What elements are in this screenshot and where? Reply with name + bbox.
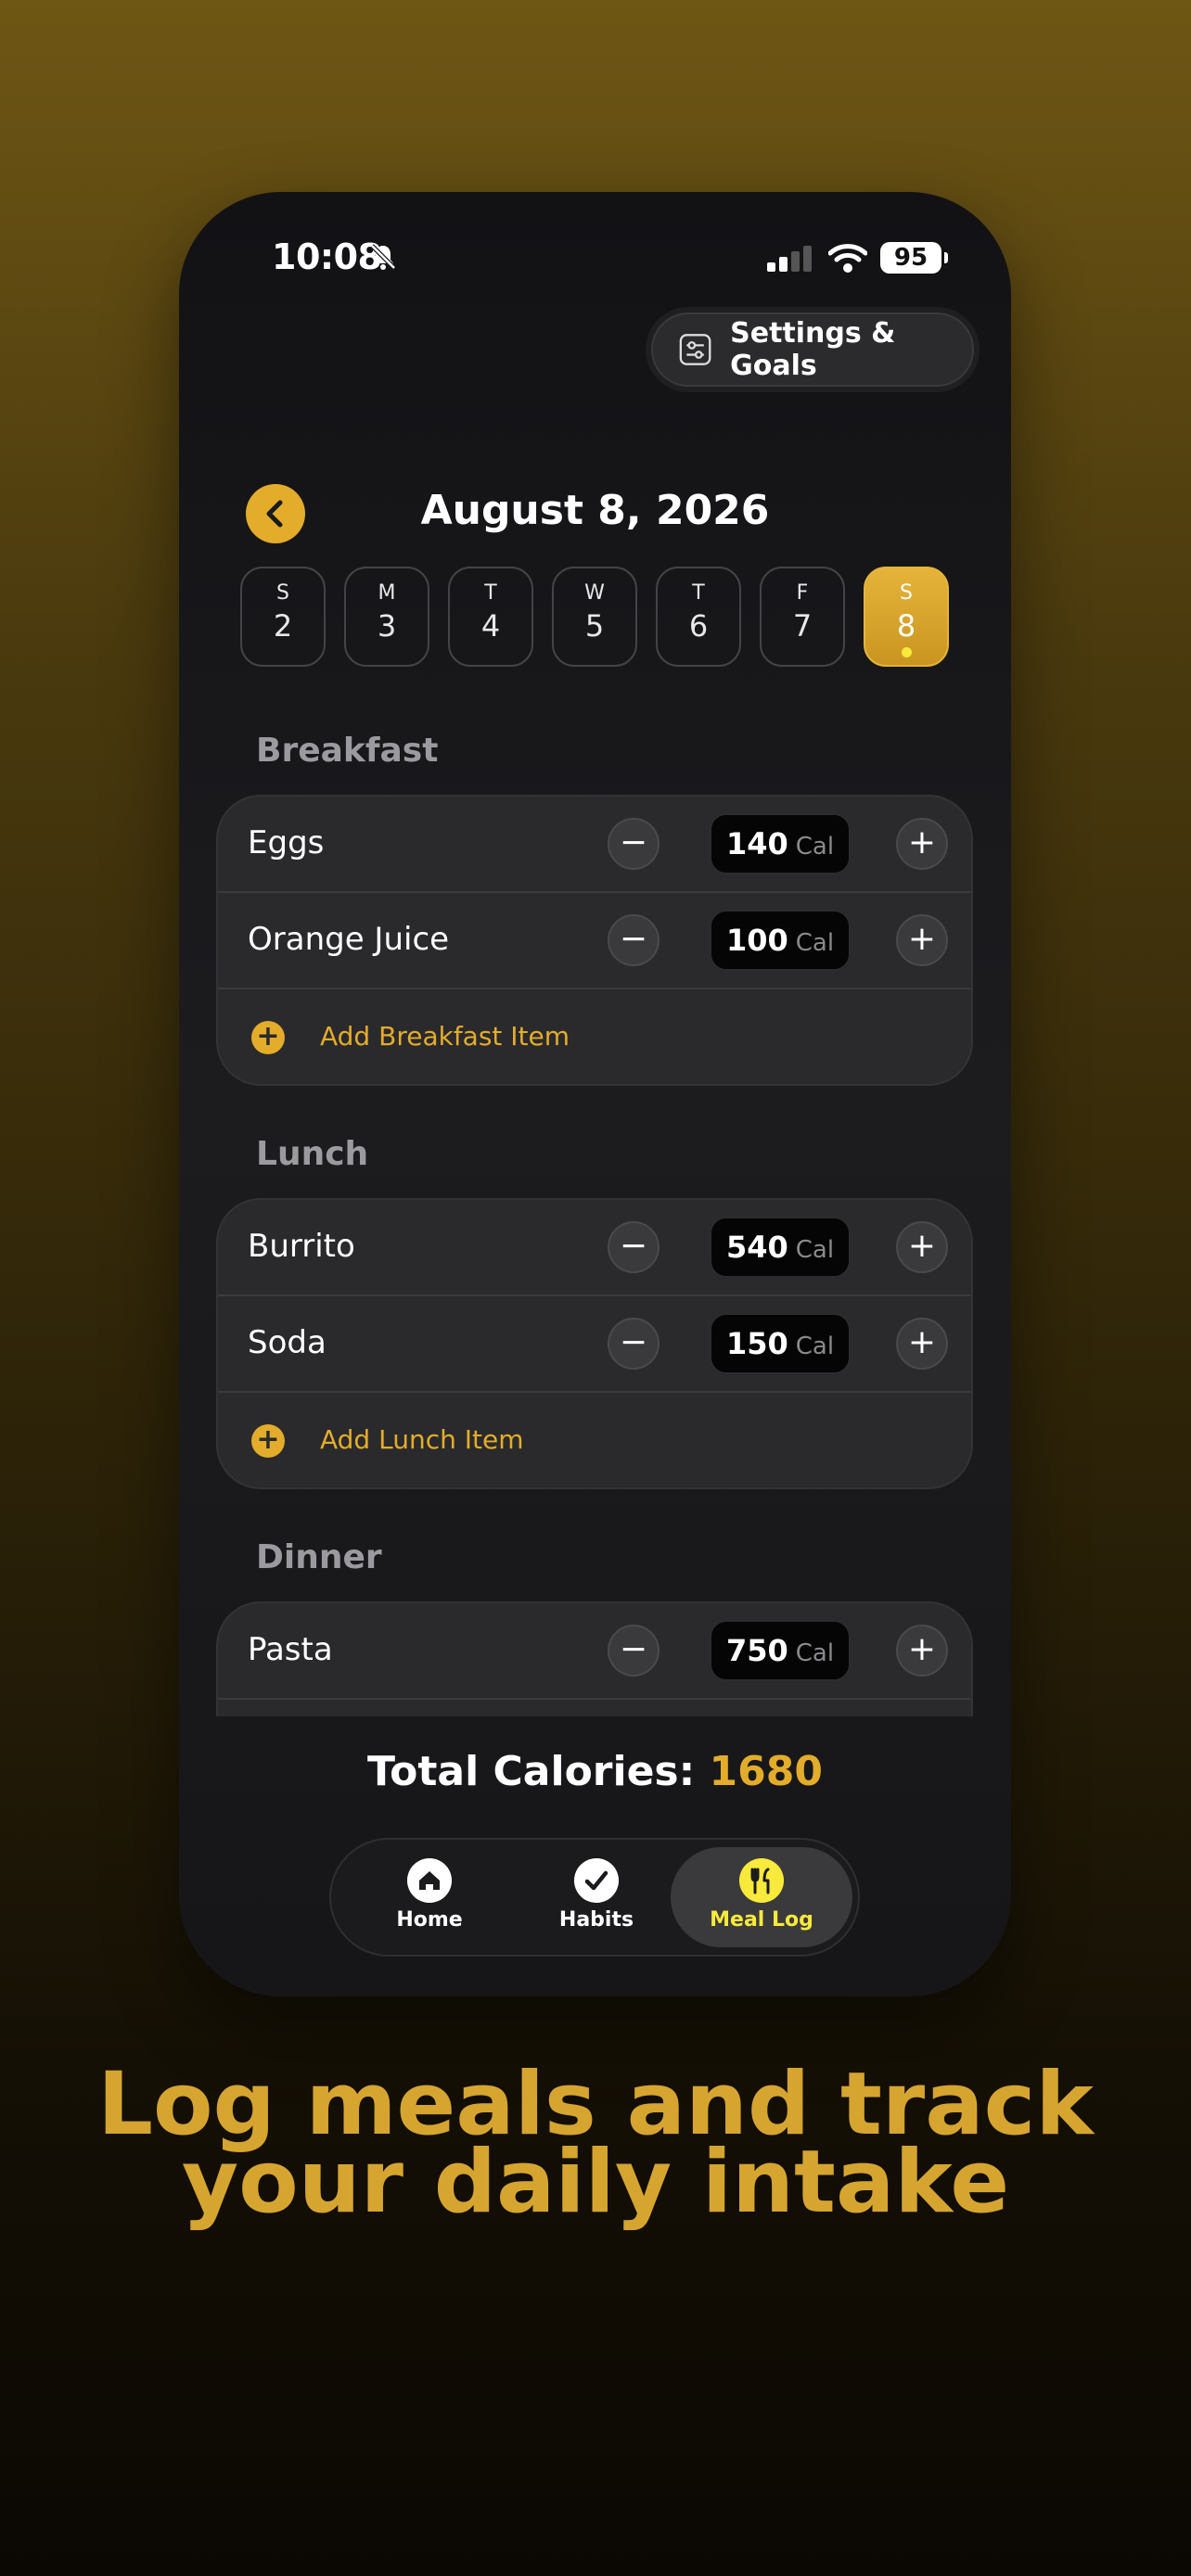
signal-icon xyxy=(767,246,812,272)
status-bar: 10:08 95 xyxy=(179,229,1011,285)
increase-button[interactable]: + xyxy=(896,914,948,966)
decrease-button[interactable]: − xyxy=(608,914,660,966)
total-calories-value: 1680 xyxy=(709,1748,824,1795)
settings-goals-button[interactable]: Settings & Goals xyxy=(651,312,974,387)
meal-item-row: Eggs − 140 Cal + xyxy=(218,797,971,893)
tab-label: Meal Log xyxy=(710,1908,813,1932)
day-number: 4 xyxy=(480,608,501,644)
day-number: 3 xyxy=(377,608,397,644)
day-letter: M xyxy=(378,581,396,605)
day-number: 6 xyxy=(688,608,709,644)
phone-screen: 10:08 95 Settings & Goals August 8, 2026… xyxy=(179,192,1011,1996)
day-button-sun-2[interactable]: S 2 xyxy=(240,567,326,667)
caption-line-2: your daily intake xyxy=(181,2132,1010,2233)
day-letter: S xyxy=(900,581,913,605)
tab-habits[interactable]: Habits xyxy=(506,1847,687,1947)
breakfast-card: Eggs − 140 Cal + Orange Juice − 100 Cal + … xyxy=(216,795,973,1086)
meal-item-name: Orange Juice xyxy=(248,921,450,958)
utensils-icon xyxy=(739,1858,784,1903)
decrease-button[interactable]: − xyxy=(608,1625,660,1677)
calorie-unit: Cal xyxy=(795,1333,835,1360)
total-calories-label: Total Calories: xyxy=(366,1748,696,1795)
section-title-lunch: Lunch xyxy=(256,1135,369,1173)
calorie-value: 750 xyxy=(725,1633,788,1668)
week-day-selector: S 2 M 3 T 4 W 5 T 6 F 7 S 8 xyxy=(240,567,950,667)
calorie-unit: Cal xyxy=(795,1639,835,1667)
day-button-wed-5[interactable]: W 5 xyxy=(552,567,637,667)
calorie-input[interactable]: 540 Cal xyxy=(710,1217,851,1278)
increase-button[interactable]: + xyxy=(896,1221,948,1273)
decrease-button[interactable]: − xyxy=(608,1318,660,1370)
status-time: 10:08 xyxy=(272,236,382,277)
bottom-tab-bar: Home Habits Meal Log xyxy=(329,1838,860,1957)
decrease-button[interactable]: − xyxy=(608,818,660,870)
day-letter: T xyxy=(692,581,705,605)
calorie-value: 540 xyxy=(725,1230,788,1265)
calorie-input[interactable]: 140 Cal xyxy=(710,813,851,874)
calorie-input[interactable]: 100 Cal xyxy=(710,910,851,971)
day-button-sat-8-selected[interactable]: S 8 xyxy=(864,567,949,667)
calorie-unit: Cal xyxy=(795,833,835,861)
meal-item-name: Soda xyxy=(248,1324,327,1361)
meal-item-name: Burrito xyxy=(248,1228,355,1265)
date-title: August 8, 2026 xyxy=(420,487,770,534)
calorie-unit: Cal xyxy=(795,1236,835,1264)
meal-item-row: Pasta − 750 Cal + xyxy=(218,1603,971,1700)
add-item-label: Add Breakfast Item xyxy=(320,1021,570,1052)
day-button-thu-6[interactable]: T 6 xyxy=(656,567,741,667)
total-calories: Total Calories: 1680 xyxy=(179,1748,1011,1795)
dinner-card: Pasta − 750 Cal + xyxy=(216,1601,973,1716)
day-number: 7 xyxy=(792,608,813,644)
sliders-icon xyxy=(679,334,711,365)
check-icon xyxy=(574,1858,619,1903)
tab-home[interactable]: Home xyxy=(339,1847,520,1947)
plus-circle-icon: + xyxy=(251,1021,285,1054)
tab-label: Habits xyxy=(558,1908,634,1932)
add-item-label: Add Lunch Item xyxy=(320,1424,524,1455)
calorie-input[interactable]: 150 Cal xyxy=(710,1313,851,1374)
settings-goals-label: Settings & Goals xyxy=(730,317,896,382)
plus-circle-icon: + xyxy=(251,1424,285,1458)
bell-muted-icon xyxy=(370,244,396,270)
section-title-breakfast: Breakfast xyxy=(256,732,439,770)
day-button-mon-3[interactable]: M 3 xyxy=(344,567,429,667)
day-number: 8 xyxy=(896,608,916,644)
day-number: 5 xyxy=(584,608,605,644)
increase-button[interactable]: + xyxy=(896,1318,948,1370)
meal-item-name: Eggs xyxy=(248,824,325,861)
meal-item-row: Orange Juice − 100 Cal + xyxy=(218,893,971,989)
tab-label: Home xyxy=(396,1908,463,1932)
day-button-tue-4[interactable]: T 4 xyxy=(448,567,533,667)
meal-item-row: Soda − 150 Cal + xyxy=(218,1296,971,1393)
wifi-icon xyxy=(828,244,867,273)
calorie-value: 100 xyxy=(725,923,788,958)
add-lunch-item-button[interactable]: + Add Lunch Item xyxy=(218,1393,971,1487)
add-breakfast-item-button[interactable]: + Add Breakfast Item xyxy=(218,989,971,1084)
meal-item-row: Burrito − 540 Cal + xyxy=(218,1200,971,1296)
increase-button[interactable]: + xyxy=(896,1625,948,1677)
calorie-value: 150 xyxy=(725,1326,788,1361)
calorie-input[interactable]: 750 Cal xyxy=(710,1620,851,1681)
day-letter: T xyxy=(484,581,497,605)
tab-meal-log[interactable]: Meal Log xyxy=(671,1847,852,1947)
meal-item-name: Pasta xyxy=(248,1631,333,1668)
day-letter: W xyxy=(584,581,605,605)
day-button-fri-7[interactable]: F 7 xyxy=(760,567,845,667)
home-icon xyxy=(407,1858,452,1903)
calorie-unit: Cal xyxy=(795,929,835,957)
section-title-dinner: Dinner xyxy=(256,1538,382,1576)
increase-button[interactable]: + xyxy=(896,818,948,870)
battery-indicator: 95 xyxy=(880,242,948,274)
marketing-caption: Log meals and track your daily intake xyxy=(0,2061,1191,2233)
calorie-value: 140 xyxy=(725,826,788,861)
day-letter: F xyxy=(796,581,809,605)
day-number: 2 xyxy=(273,608,293,644)
lunch-card: Burrito − 540 Cal + Soda − 150 Cal + + Add… xyxy=(216,1198,973,1489)
has-entries-dot xyxy=(901,647,912,657)
day-letter: S xyxy=(276,581,289,605)
decrease-button[interactable]: − xyxy=(608,1221,660,1273)
